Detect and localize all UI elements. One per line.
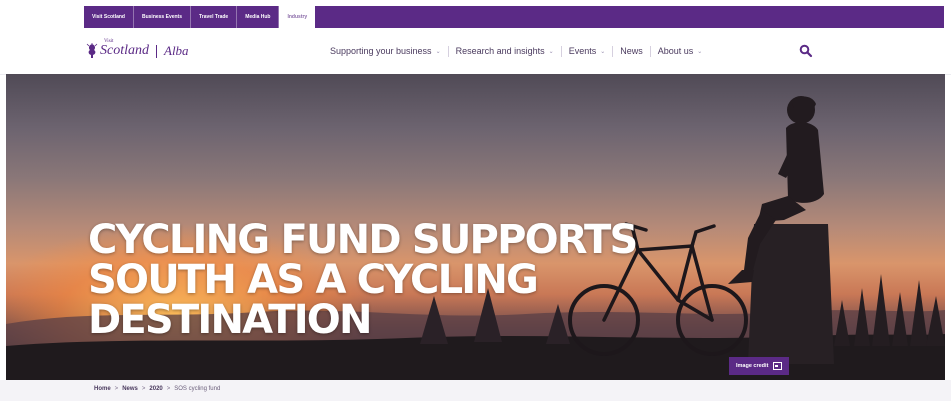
main-nav: Supporting your business ⌄ Research and … <box>330 41 702 61</box>
image-credit-label: Image credit <box>736 363 769 369</box>
nav-item-events[interactable]: Events ⌄ <box>569 46 606 56</box>
breadcrumb-year[interactable]: 2020 <box>149 386 162 392</box>
nav-item-supporting-your-business[interactable]: Supporting your business ⌄ <box>330 46 441 56</box>
title-line: south as a cycling <box>88 257 539 303</box>
utility-link-business-events[interactable]: Business Events <box>134 6 192 28</box>
utility-link-industry[interactable]: Industry <box>279 6 316 28</box>
utility-link-travel-trade[interactable]: Travel Trade <box>191 6 238 28</box>
nav-item-news[interactable]: News <box>620 46 643 56</box>
breadcrumb-bar: Home > News > 2020 > SOS cycling fund <box>0 380 951 401</box>
chevron-down-icon: ⌄ <box>548 48 554 55</box>
search-icon[interactable] <box>799 44 813 58</box>
nav-label: Supporting your business <box>330 46 432 56</box>
breadcrumb-separator: > <box>166 386 171 392</box>
nav-divider <box>649 45 651 57</box>
image-icon <box>773 362 783 370</box>
image-credit-button[interactable]: Image credit <box>729 357 790 375</box>
chevron-down-icon: ⌄ <box>600 48 606 55</box>
site-logo[interactable]: Visit Scotland Alba <box>86 39 189 62</box>
utility-links: Visit Scotland Business Events Travel Tr… <box>84 6 316 28</box>
nav-label: Events <box>568 46 597 56</box>
hero-banner: Cycling fund supports south as a cycling… <box>6 74 945 380</box>
breadcrumb-current: SOS cycling fund <box>174 386 221 392</box>
breadcrumb-separator: > <box>141 386 146 392</box>
nav-label: About us <box>657 46 694 56</box>
breadcrumb-news[interactable]: News <box>122 386 138 392</box>
nav-label: Research and insights <box>455 46 545 56</box>
chevron-down-icon: ⌄ <box>435 48 441 55</box>
utility-link-media-hub[interactable]: Media Hub <box>237 6 280 28</box>
title-line: destination <box>88 297 372 343</box>
title-line: Cycling fund supports <box>88 217 638 263</box>
nav-item-research-and-insights[interactable]: Research and insights ⌄ <box>456 46 554 56</box>
site-header: Visit Scotland Alba Supporting your busi… <box>0 28 951 75</box>
logo-name: Scotland <box>100 43 149 58</box>
utility-bar: Visit Scotland Business Events Travel Tr… <box>0 0 951 28</box>
nav-divider <box>560 45 562 57</box>
page-title: Cycling fund supports south as a cycling… <box>88 217 638 343</box>
logo-visit-text: Visit <box>104 39 114 44</box>
nav-divider <box>447 45 449 57</box>
breadcrumb: Home > News > 2020 > SOS cycling fund <box>94 386 220 392</box>
breadcrumb-home[interactable]: Home <box>94 386 111 392</box>
chevron-down-icon: ⌄ <box>697 48 703 55</box>
nav-divider <box>612 45 614 57</box>
nav-label: News <box>620 46 643 56</box>
nav-item-about-us[interactable]: About us ⌄ <box>658 46 703 56</box>
logo-divider <box>156 44 157 58</box>
logo-alt-name: Alba <box>164 43 189 58</box>
breadcrumb-separator: > <box>114 386 119 392</box>
utility-link-visit-scotland[interactable]: Visit Scotland <box>84 6 134 28</box>
thistle-icon <box>86 43 98 58</box>
